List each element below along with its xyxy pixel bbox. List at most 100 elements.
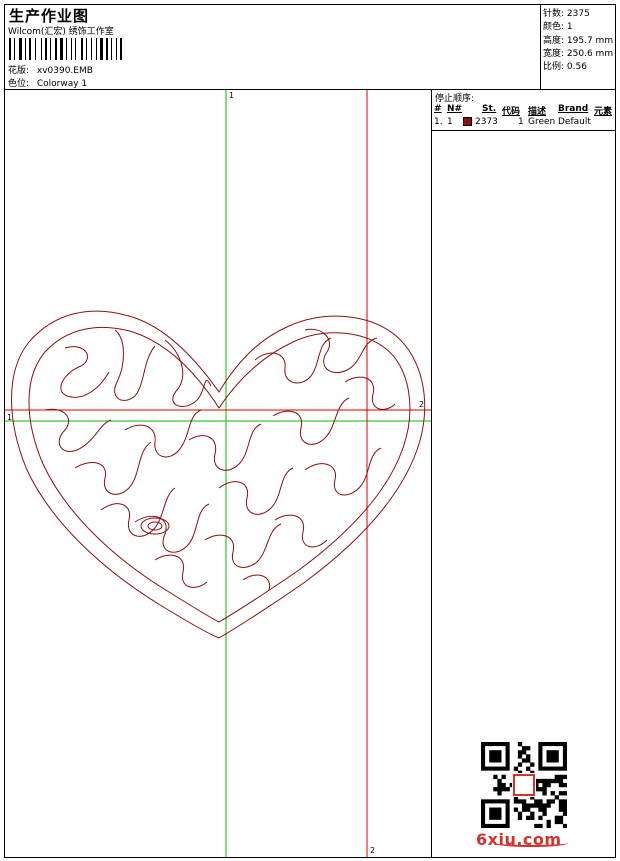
barcode-bar <box>29 38 31 60</box>
qr-module <box>558 819 564 825</box>
row-needle: 1 <box>447 117 453 127</box>
qr-module <box>558 778 564 784</box>
qr-module <box>526 766 531 771</box>
qr-module <box>538 815 543 821</box>
green-axis-top-label: 1 <box>229 91 235 100</box>
qr-module <box>526 758 531 763</box>
qr-module <box>546 778 551 784</box>
qr-module <box>546 803 551 808</box>
qr-module <box>562 811 567 816</box>
qr-module <box>497 782 502 788</box>
header-info: 生产作业图 Wilcom(汇宏) 绣饰工作室 花版: xv0390.EMB 色位… <box>5 5 541 89</box>
qr-module <box>562 799 567 804</box>
barcode-bar <box>55 38 57 60</box>
maze-path <box>60 346 110 398</box>
heart-inner-outline <box>28 326 411 623</box>
qr-module <box>546 782 551 788</box>
qr-module <box>542 782 547 788</box>
qr-module <box>513 807 519 812</box>
design-preview: 1 1 2 2 <box>5 90 431 857</box>
qr-module <box>530 811 535 816</box>
qr-module <box>542 803 547 808</box>
maze-path <box>304 447 382 496</box>
production-sheet: 生产作业图 Wilcom(汇宏) 绣饰工作室 花版: xv0390.EMB 色位… <box>4 4 616 858</box>
qr-module <box>538 803 543 808</box>
qr-finder <box>546 750 559 763</box>
stat-label: 宽度: <box>543 49 565 59</box>
qr-module <box>534 799 539 804</box>
qr-module <box>542 778 547 784</box>
barcode-bar <box>106 38 108 60</box>
heart-outer-outline <box>11 310 426 639</box>
design-file-value: xv0390.EMB <box>36 66 93 76</box>
barcode-bar <box>45 38 47 60</box>
qr-module <box>493 774 498 780</box>
row-stitches: 2373 <box>475 117 498 127</box>
barcode-bar <box>116 38 117 60</box>
barcode-bar <box>9 38 11 60</box>
barcode-bar <box>25 38 26 60</box>
barcode-bar <box>100 38 103 60</box>
stat-label: 针数: <box>543 9 565 19</box>
qr-module <box>538 799 543 804</box>
qr-module <box>526 754 531 759</box>
qr-module <box>558 807 564 812</box>
qr-finder <box>489 807 502 820</box>
maze-path <box>242 574 271 591</box>
qr-module <box>521 746 527 751</box>
maze-fill-pattern <box>44 328 396 591</box>
maze-path <box>44 408 112 452</box>
barcode-bar <box>60 38 63 60</box>
qr-module <box>530 762 535 767</box>
barcode-bar <box>120 38 122 60</box>
qr-module <box>530 815 535 821</box>
barcode-bar <box>91 38 92 60</box>
barcode-bar <box>41 38 42 60</box>
maze-path <box>154 554 208 588</box>
qr-module <box>562 774 567 780</box>
barcode-bar <box>19 38 22 60</box>
qr-module <box>546 823 551 828</box>
stat-scale: 比例: 0.56 <box>543 59 587 72</box>
qr-module <box>526 803 531 808</box>
barcode-bar <box>35 38 36 60</box>
qr-module <box>546 799 551 804</box>
design-canvas <box>5 90 431 857</box>
barcode-bar <box>66 38 67 60</box>
qr-module <box>554 795 560 800</box>
qr-module <box>521 758 527 763</box>
qr-module <box>554 778 560 784</box>
row-description: Green <box>528 117 556 127</box>
stat-label: 高度: <box>543 36 565 46</box>
qr-module <box>538 787 543 792</box>
stat-value: 1 <box>566 22 573 32</box>
qr-module <box>501 782 506 788</box>
qr-module <box>501 774 506 780</box>
maze-path <box>274 514 328 548</box>
qr-center-seal <box>512 773 536 797</box>
stat-label: 比例: <box>543 62 565 72</box>
qr-module <box>562 807 567 812</box>
qr-module <box>562 782 567 788</box>
qr-module <box>550 778 555 784</box>
qr-module <box>534 823 539 828</box>
qr-module <box>558 791 564 796</box>
qr-module <box>517 799 523 804</box>
stat-width: 宽度: 250.6 mm <box>543 46 613 59</box>
barcode-bar <box>86 38 87 60</box>
row-brand: Default <box>558 117 591 127</box>
column-header: 元素 <box>594 107 613 117</box>
qr-module <box>558 803 564 808</box>
thread-color-swatch <box>463 117 472 126</box>
column-header: N# <box>447 104 463 114</box>
qr-module <box>501 787 506 792</box>
qr-module <box>554 774 560 780</box>
maze-swirl <box>147 521 163 531</box>
row-index: 1. <box>434 117 443 127</box>
design-file-line: 花版: xv0390.EMB <box>8 63 93 76</box>
red-axis-bottom-label: 2 <box>370 846 376 855</box>
qr-module <box>538 778 543 784</box>
design-stats: 针数: 2375 颜色: 1 高度: 195.7 mm 宽度: 250.6 mm… <box>541 5 615 89</box>
qr-module <box>497 791 502 796</box>
stat-value: 195.7 mm <box>566 36 614 46</box>
